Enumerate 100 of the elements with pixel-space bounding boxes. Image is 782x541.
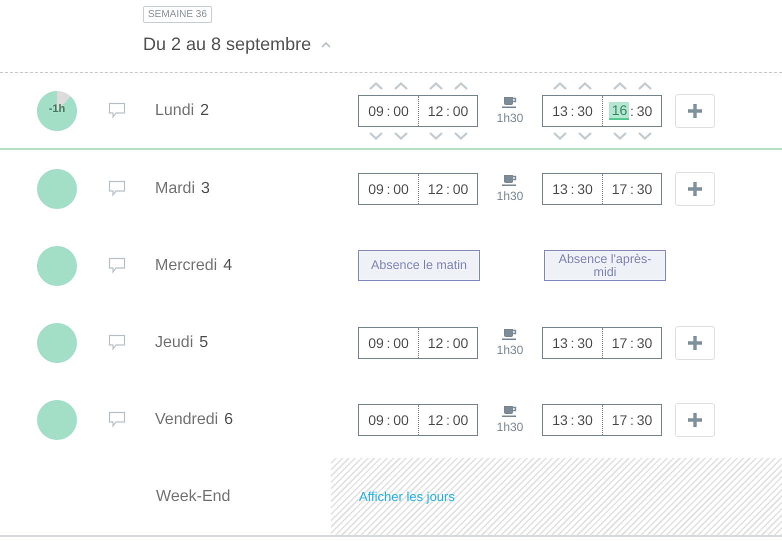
time-separator: :	[570, 412, 575, 428]
increment-button[interactable]	[638, 82, 652, 90]
time-separator: :	[629, 102, 634, 118]
time-separator: :	[629, 180, 634, 196]
day-name: Mardi	[155, 180, 196, 198]
decrement-button[interactable]	[638, 132, 652, 140]
hours-field[interactable]: 13	[550, 334, 570, 350]
day-name: Lundi	[155, 102, 194, 120]
minutes-field[interactable]: 00	[390, 334, 411, 350]
coffee-cup-icon	[502, 174, 518, 186]
time-separator: :	[445, 334, 450, 350]
progress-pie	[37, 168, 77, 208]
minutes-field[interactable]: 00	[450, 102, 470, 118]
decrement-button[interactable]	[578, 132, 592, 140]
time-separator: :	[386, 102, 391, 118]
minutes-field[interactable]: 00	[390, 412, 411, 428]
minutes-field[interactable]: 30	[574, 334, 595, 350]
hours-field[interactable]: 09	[366, 102, 386, 118]
decrement-button[interactable]	[394, 132, 408, 140]
pause-duration: 1h30	[496, 420, 524, 434]
minutes-field[interactable]: 30	[634, 412, 654, 428]
time-separator: :	[386, 412, 391, 428]
comment-icon[interactable]	[108, 334, 126, 351]
increment-button[interactable]	[368, 82, 382, 90]
comment-icon[interactable]	[108, 180, 126, 197]
hours-field[interactable]: 13	[550, 180, 570, 196]
comment-icon[interactable]	[108, 411, 126, 428]
increment-button[interactable]	[578, 82, 592, 90]
progress-pie	[37, 400, 77, 440]
progress-pie	[37, 90, 77, 130]
day-number: 4	[223, 256, 232, 274]
minutes-field[interactable]: 00	[450, 180, 470, 196]
time-separator: :	[570, 334, 575, 350]
pause-duration: 1h30	[496, 111, 524, 125]
minutes-field[interactable]: 30	[634, 180, 654, 196]
increment-button[interactable]	[552, 82, 566, 90]
add-button[interactable]	[675, 172, 715, 206]
minutes-field[interactable]: 30	[634, 334, 654, 350]
decrement-button[interactable]	[454, 132, 468, 140]
hours-field[interactable]: 13	[550, 412, 570, 428]
week-badge: SEMAINE 36	[143, 6, 212, 23]
day-number: 6	[224, 410, 234, 428]
hours-field[interactable]: 09	[366, 180, 386, 196]
add-button[interactable]	[675, 402, 715, 436]
decrement-button[interactable]	[428, 132, 442, 140]
minutes-field[interactable]: 00	[450, 412, 470, 428]
minutes-field[interactable]: 00	[390, 180, 411, 196]
day-name: Jeudi	[155, 334, 194, 352]
day-name: Mercredi	[155, 256, 218, 274]
minutes-field[interactable]: 00	[450, 334, 470, 350]
time-separator: :	[386, 334, 391, 350]
hours-field[interactable]: 17	[609, 180, 630, 196]
day-number: 3	[201, 180, 210, 198]
weekend-label: Week-End	[156, 488, 232, 506]
increment-button[interactable]	[428, 82, 442, 90]
hours-field[interactable]: 12	[425, 412, 446, 428]
hours-field[interactable]: 09	[366, 334, 386, 350]
day-number: 2	[200, 102, 210, 120]
minutes-field[interactable]: 00	[390, 102, 411, 118]
add-button[interactable]	[675, 94, 715, 128]
add-button[interactable]	[675, 326, 715, 360]
plus-icon	[688, 412, 702, 426]
minutes-field[interactable]: 30	[574, 412, 595, 428]
time-separator: :	[570, 102, 575, 118]
time-separator: :	[629, 334, 634, 350]
hours-field[interactable]: 17	[609, 412, 630, 428]
plus-icon	[688, 336, 702, 350]
time-separator: :	[445, 180, 450, 196]
hours-field[interactable]: 12	[425, 180, 446, 196]
coffee-cup-icon	[502, 405, 518, 417]
time-separator: :	[445, 412, 450, 428]
decrement-button[interactable]	[552, 132, 566, 140]
week-title: Du 2 au 8 septembre	[143, 34, 312, 55]
minutes-field[interactable]: 30	[634, 102, 654, 118]
minutes-field[interactable]: 30	[574, 102, 595, 118]
time-separator: :	[386, 180, 391, 196]
coffee-cup-icon	[502, 328, 518, 340]
time-separator: :	[629, 412, 634, 428]
minutes-field[interactable]: 30	[574, 180, 595, 196]
pause-duration: 1h30	[496, 343, 524, 357]
plus-icon	[688, 104, 702, 118]
increment-button[interactable]	[394, 82, 408, 90]
hours-field[interactable]: 09	[366, 412, 386, 428]
decrement-button[interactable]	[368, 132, 382, 140]
comment-icon[interactable]	[108, 257, 126, 274]
increment-button[interactable]	[612, 82, 626, 90]
balance-label: -1h	[48, 102, 66, 114]
collapse-icon[interactable]	[321, 41, 332, 48]
plus-icon	[688, 182, 702, 196]
hours-field[interactable]: 12	[425, 102, 446, 118]
increment-button[interactable]	[454, 82, 468, 90]
time-separator: :	[570, 180, 575, 196]
progress-pie	[37, 322, 77, 362]
decrement-button[interactable]	[612, 132, 626, 140]
day-name: Vendredi	[155, 410, 218, 428]
hours-field[interactable]: 12	[425, 334, 446, 350]
hours-field[interactable]: 13	[550, 102, 570, 118]
progress-pie	[37, 246, 77, 286]
hours-field[interactable]: 17	[609, 334, 630, 350]
comment-icon[interactable]	[108, 102, 126, 119]
